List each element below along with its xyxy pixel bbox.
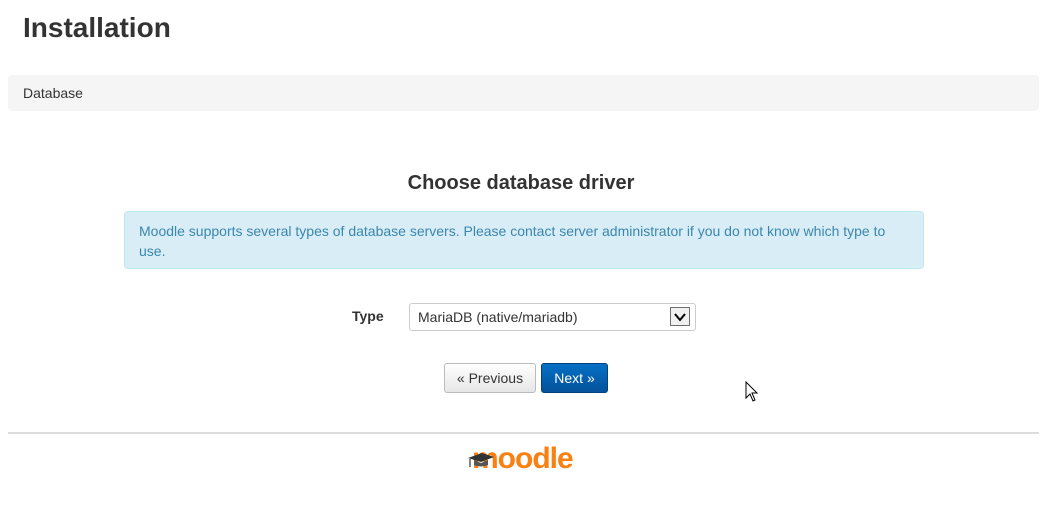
mouse-pointer-icon (745, 381, 759, 402)
chevron-down-icon[interactable] (670, 307, 690, 326)
info-alert: Moodle supports several types of databas… (124, 211, 924, 269)
next-button[interactable]: Next » (541, 363, 608, 393)
previous-button[interactable]: « Previous (444, 363, 536, 393)
breadcrumb: Database (8, 75, 1039, 111)
breadcrumb-item-database: Database (23, 85, 83, 101)
section-heading: Choose database driver (407, 172, 635, 194)
info-alert-text: Moodle supports several types of databas… (139, 223, 886, 259)
footer-divider (8, 432, 1039, 434)
database-type-select-value: MariaDB (native/mariadb) (418, 309, 578, 325)
moodle-logo[interactable]: moodle (466, 442, 582, 480)
database-type-select[interactable]: MariaDB (native/mariadb) (409, 303, 696, 331)
type-label: Type (352, 308, 384, 324)
page-title: Installation (23, 12, 171, 43)
graduation-cap-icon (468, 453, 494, 467)
